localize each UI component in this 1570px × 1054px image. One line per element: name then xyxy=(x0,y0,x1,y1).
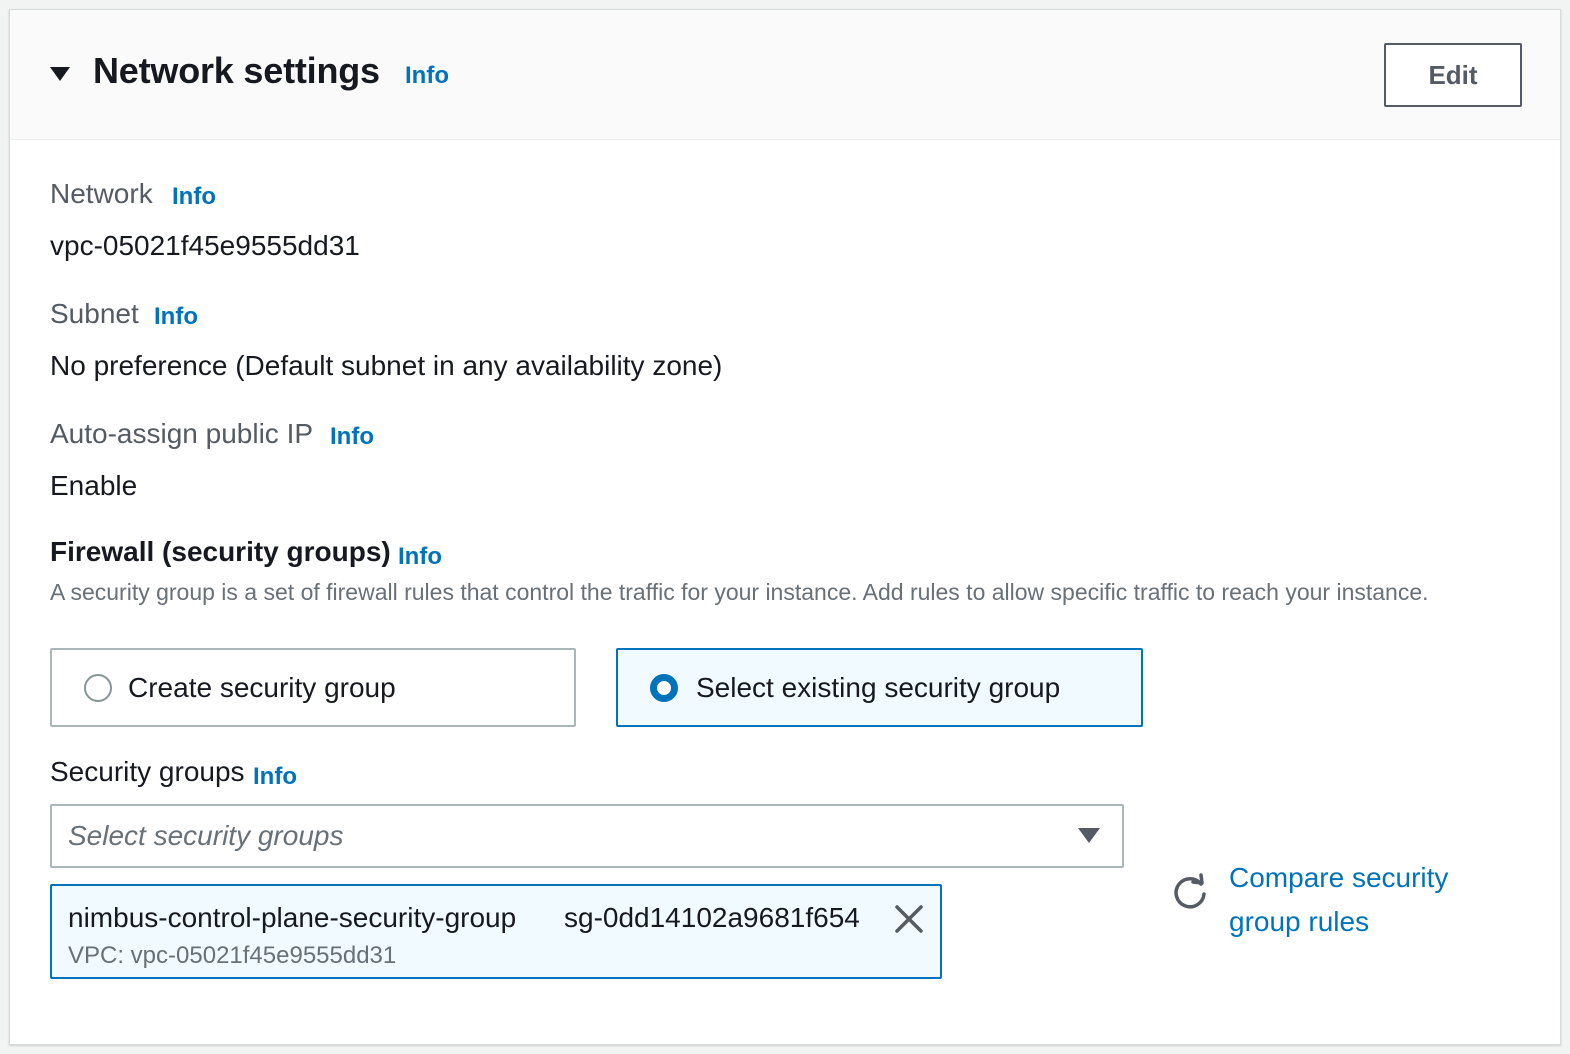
edit-button[interactable]: Edit xyxy=(1384,43,1522,107)
public-ip-value: Enable xyxy=(50,470,138,501)
network-label: Network xyxy=(50,178,153,209)
panel-header: Network settings Info Edit xyxy=(10,10,1560,140)
security-group-vpc: VPC: vpc-05021f45e9555dd31 xyxy=(68,942,397,969)
panel-title: Network settings xyxy=(93,50,380,91)
subnet-label: Subnet xyxy=(50,298,139,329)
radio-checked-icon[interactable] xyxy=(650,674,678,702)
refresh-icon[interactable] xyxy=(1170,872,1210,912)
subnet-value: No preference (Default subnet in any ava… xyxy=(50,350,723,381)
radio-unchecked-icon[interactable] xyxy=(84,674,112,702)
select-existing-security-group-option[interactable]: Select existing security group xyxy=(616,648,1143,727)
firewall-description: A security group is a set of firewall ru… xyxy=(50,579,1429,605)
remove-token-icon[interactable] xyxy=(890,900,928,938)
firewall-title: Firewall (security groups) xyxy=(50,536,391,567)
security-group-name: nimbus-control-plane-security-group xyxy=(68,902,517,933)
create-security-group-label: Create security group xyxy=(128,672,396,703)
firewall-info-link[interactable]: Info xyxy=(398,543,442,571)
create-security-group-option[interactable]: Create security group xyxy=(50,648,576,727)
compare-security-group-rules-link[interactable]: Compare security group rules xyxy=(1229,856,1489,944)
security-group-id: sg-0dd14102a9681f654 xyxy=(564,902,860,933)
collapse-caret-icon[interactable] xyxy=(50,67,70,81)
selected-security-group-token: nimbus-control-plane-security-group sg-0… xyxy=(50,884,942,979)
select-existing-security-group-label: Select existing security group xyxy=(696,672,1061,703)
title-info-link[interactable]: Info xyxy=(405,62,449,90)
network-info-link[interactable]: Info xyxy=(172,183,216,211)
public-ip-info-link[interactable]: Info xyxy=(330,423,374,451)
security-groups-placeholder: Select security groups xyxy=(68,820,344,851)
public-ip-label: Auto-assign public IP xyxy=(50,418,314,449)
security-groups-info-link[interactable]: Info xyxy=(253,763,297,791)
network-settings-panel: Network settings Info Edit Network Info … xyxy=(9,9,1561,1045)
security-groups-select[interactable]: Select security groups xyxy=(50,804,1124,868)
dropdown-caret-icon xyxy=(1078,828,1100,843)
network-value: vpc-05021f45e9555dd31 xyxy=(50,230,360,261)
security-groups-label: Security groups xyxy=(50,756,245,787)
subnet-info-link[interactable]: Info xyxy=(154,303,198,331)
